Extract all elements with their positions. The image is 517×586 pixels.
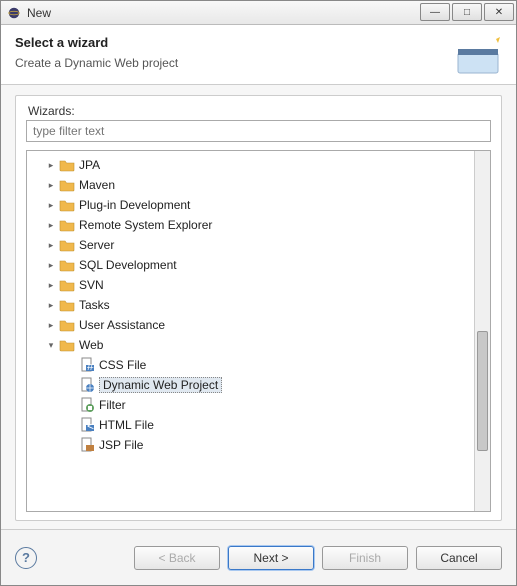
- tree-item-label: Dynamic Web Project: [99, 377, 222, 393]
- window-title: New: [27, 6, 51, 20]
- tree-item-label: JPA: [79, 158, 100, 172]
- chevron-right-icon[interactable]: ▸: [45, 240, 57, 251]
- titlebar[interactable]: New — □ ✕: [1, 1, 516, 25]
- tree-item[interactable]: Dynamic Web Project: [27, 375, 474, 395]
- tree-item-label: JSP File: [99, 438, 143, 452]
- chevron-down-icon[interactable]: ▾: [45, 340, 57, 351]
- chevron-right-icon[interactable]: ▸: [45, 200, 57, 211]
- filter-input[interactable]: [26, 120, 491, 142]
- tree-item[interactable]: <> HTML File: [27, 415, 474, 435]
- tree-item-label: CSS File: [99, 358, 146, 372]
- folder-icon: [59, 237, 75, 253]
- tree-item-label: Filter: [99, 398, 126, 412]
- page-subtitle: Create a Dynamic Web project: [15, 56, 502, 70]
- window-controls: — □ ✕: [420, 3, 514, 21]
- chevron-right-icon[interactable]: ▸: [45, 320, 57, 331]
- tree-item[interactable]: Filter: [27, 395, 474, 415]
- tree-item-label: Plug-in Development: [79, 198, 190, 212]
- tree-item[interactable]: # CSS File: [27, 355, 474, 375]
- folder-icon: [59, 277, 75, 293]
- tree-item-label: Remote System Explorer: [79, 218, 212, 232]
- folder-icon: [59, 217, 75, 233]
- wizard-body: Wizards: ▸JPA▸Maven▸Plug-in Development▸…: [1, 85, 516, 529]
- wizard-header: Select a wizard Create a Dynamic Web pro…: [1, 25, 516, 85]
- tree-folder[interactable]: ▸ SVN: [27, 275, 474, 295]
- chevron-right-icon[interactable]: ▸: [45, 180, 57, 191]
- tree-folder[interactable]: ▸ Tasks: [27, 295, 474, 315]
- tree-item-label: Maven: [79, 178, 115, 192]
- close-button[interactable]: ✕: [484, 3, 514, 21]
- wizard-tree[interactable]: ▸ JPA ▸ Maven ▸ Plug-in Development ▸ Remote Sy…: [27, 151, 474, 511]
- wizard-banner-icon: [454, 35, 502, 77]
- tree-item[interactable]: JSP File: [27, 435, 474, 455]
- chevron-right-icon[interactable]: ▸: [45, 160, 57, 171]
- chevron-right-icon[interactable]: ▸: [45, 260, 57, 271]
- folder-icon: [59, 317, 75, 333]
- file-web-icon: [79, 377, 95, 393]
- svg-text:#: #: [87, 359, 94, 373]
- file-filter-icon: [79, 397, 95, 413]
- folder-icon: [59, 157, 75, 173]
- folder-icon: [59, 197, 75, 213]
- chevron-right-icon[interactable]: ▸: [45, 300, 57, 311]
- tree-folder[interactable]: ▸ Remote System Explorer: [27, 215, 474, 235]
- file-jsp-icon: [79, 437, 95, 453]
- maximize-button[interactable]: □: [452, 3, 482, 21]
- button-bar: ? < Back Next > Finish Cancel: [1, 529, 516, 585]
- wizards-label: Wizards:: [28, 104, 491, 118]
- tree-folder[interactable]: ▸ Plug-in Development: [27, 195, 474, 215]
- chevron-right-icon[interactable]: ▸: [45, 280, 57, 291]
- new-wizard-dialog: New — □ ✕ Select a wizard Create a Dynam…: [0, 0, 517, 586]
- tree-folder[interactable]: ▸ JPA: [27, 155, 474, 175]
- file-css-icon: #: [79, 357, 95, 373]
- tree-folder[interactable]: ▸ User Assistance: [27, 315, 474, 335]
- next-button[interactable]: Next >: [228, 546, 314, 570]
- tree-item-label: SQL Development: [79, 258, 177, 272]
- wizard-tree-container: ▸ JPA ▸ Maven ▸ Plug-in Development ▸ Remote Sy…: [26, 150, 491, 512]
- svg-text:<>: <>: [87, 419, 95, 433]
- finish-button[interactable]: Finish: [322, 546, 408, 570]
- tree-folder[interactable]: ▸ Server: [27, 235, 474, 255]
- chevron-right-icon[interactable]: ▸: [45, 220, 57, 231]
- wizard-panel: Wizards: ▸JPA▸Maven▸Plug-in Development▸…: [15, 95, 502, 521]
- tree-item-label: User Assistance: [79, 318, 165, 332]
- tree-item-label: Server: [79, 238, 114, 252]
- tree-item-label: SVN: [79, 278, 104, 292]
- folder-icon: [59, 177, 75, 193]
- eclipse-icon: [7, 6, 21, 20]
- folder-icon: [59, 257, 75, 273]
- tree-item-label: HTML File: [99, 418, 154, 432]
- minimize-button[interactable]: —: [420, 3, 450, 21]
- tree-item-label: Web: [79, 338, 103, 352]
- back-button[interactable]: < Back: [134, 546, 220, 570]
- page-title: Select a wizard: [15, 35, 502, 50]
- tree-folder[interactable]: ▾ Web: [27, 335, 474, 355]
- folder-icon: [59, 297, 75, 313]
- tree-folder[interactable]: ▸ Maven: [27, 175, 474, 195]
- folder-icon: [59, 337, 75, 353]
- tree-folder[interactable]: ▸ SQL Development: [27, 255, 474, 275]
- vertical-scrollbar[interactable]: [474, 151, 490, 511]
- scrollbar-thumb[interactable]: [477, 331, 488, 451]
- tree-item-label: Tasks: [79, 298, 110, 312]
- cancel-button[interactable]: Cancel: [416, 546, 502, 570]
- help-button[interactable]: ?: [15, 547, 37, 569]
- file-html-icon: <>: [79, 417, 95, 433]
